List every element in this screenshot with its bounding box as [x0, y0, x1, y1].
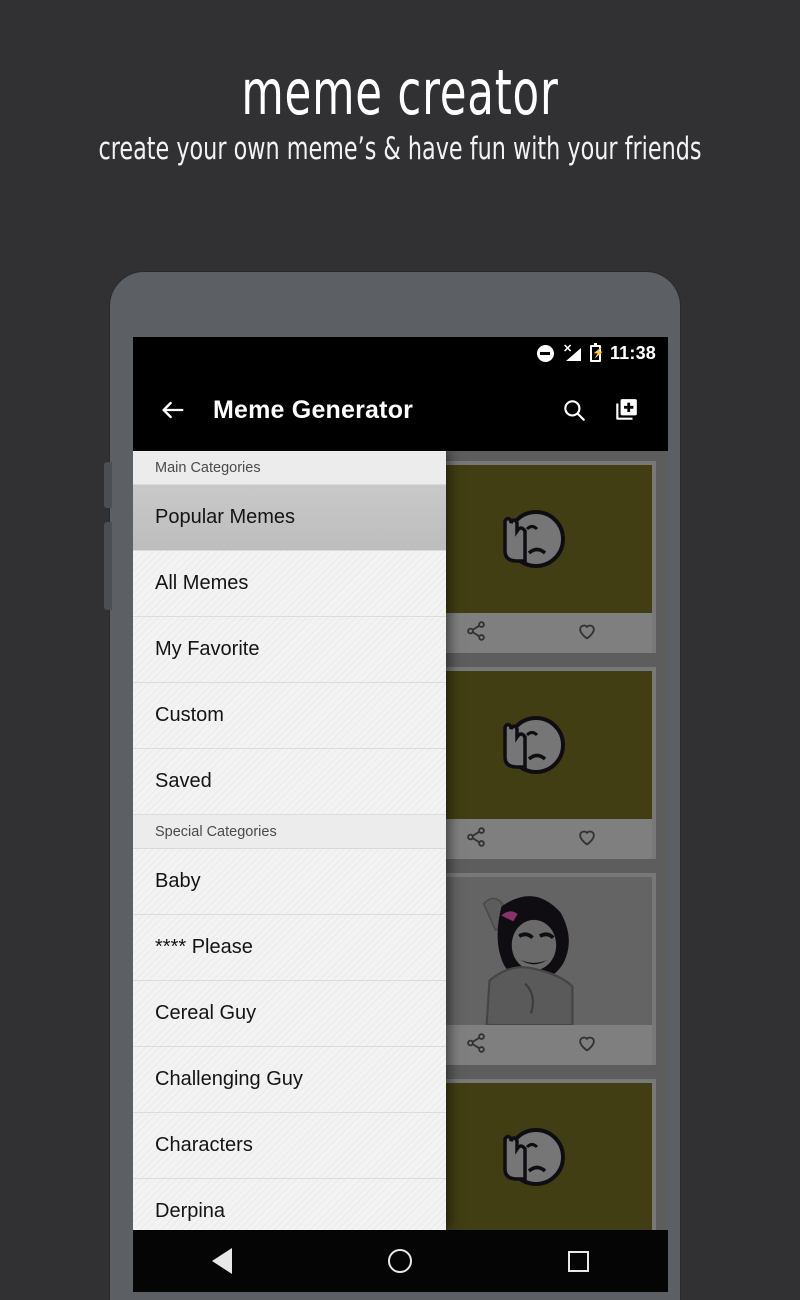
signal-off-icon: ✕	[563, 344, 581, 361]
back-arrow-icon[interactable]	[149, 386, 197, 434]
battery-charging-icon: ⚡	[589, 342, 604, 362]
android-nav-bar	[133, 1230, 668, 1292]
search-icon[interactable]	[548, 386, 600, 434]
drawer-list: Main Categories Popular Memes All Memes …	[133, 451, 446, 1230]
status-bar: ✕ ⚡ 11:38	[133, 337, 668, 369]
phone-screen: ✕ ⚡ 11:38 Meme Generator Main Categories…	[133, 337, 668, 1292]
phone-volume-button[interactable]	[104, 522, 112, 610]
sidebar-item-challenging-guy[interactable]: Challenging Guy	[133, 1047, 446, 1113]
library-add-icon[interactable]	[600, 386, 652, 434]
share-icon[interactable]	[465, 620, 487, 647]
sidebar-item-derpina[interactable]: Derpina	[133, 1179, 446, 1230]
heart-outline-icon[interactable]	[576, 826, 598, 853]
heart-outline-icon[interactable]	[576, 1032, 598, 1059]
meme-image	[410, 671, 652, 819]
app-bar: Meme Generator	[133, 369, 668, 451]
sidebar-item-label: Custom	[155, 704, 224, 726]
sidebar-item-label: All Memes	[155, 572, 249, 594]
share-icon[interactable]	[465, 1032, 487, 1059]
home-circle-icon[interactable]	[365, 1239, 435, 1283]
sidebar-item-custom[interactable]: Custom	[133, 683, 446, 749]
screenshot-root: meme creator create your own meme’s & ha…	[0, 0, 800, 1300]
sidebar-item-label: Popular Memes	[155, 506, 296, 528]
back-triangle-icon[interactable]	[187, 1239, 257, 1283]
phone-mockup: ✕ ⚡ 11:38 Meme Generator Main Categories…	[104, 272, 680, 1300]
meme-image	[410, 1083, 652, 1230]
sidebar-item-popular-memes[interactable]: Popular Memes	[133, 485, 446, 551]
meme-image	[410, 877, 652, 1025]
sidebar-item-label: Baby	[155, 870, 201, 892]
sidebar-item-label: **** Please	[155, 936, 253, 958]
sidebar-item-characters[interactable]: Characters	[133, 1113, 446, 1179]
drawer-section-header-main: Main Categories	[133, 451, 446, 485]
do-not-disturb-icon	[536, 344, 554, 362]
sidebar-item-label: Characters	[155, 1134, 253, 1156]
promo-header: meme creator create your own meme’s & ha…	[0, 60, 800, 167]
meme-card-actions	[410, 613, 652, 653]
page-title: Meme Generator	[213, 395, 414, 424]
sidebar-item-label: Saved	[155, 770, 212, 792]
heart-outline-icon[interactable]	[576, 620, 598, 647]
sidebar-item-saved[interactable]: Saved	[133, 749, 446, 815]
sidebar-item-label: Cereal Guy	[155, 1002, 257, 1024]
meme-card-actions	[410, 1025, 652, 1065]
sidebar-item-label: Derpina	[155, 1200, 226, 1222]
phone-power-button[interactable]	[104, 462, 112, 508]
sidebar-item-baby[interactable]: Baby	[133, 849, 446, 915]
meme-card-actions	[410, 819, 652, 859]
navigation-drawer[interactable]: Main Categories Popular Memes All Memes …	[133, 451, 446, 1230]
meme-image	[410, 465, 652, 613]
sidebar-item-label: Challenging Guy	[155, 1068, 303, 1090]
promo-subtitle: create your own meme’s & have fun with y…	[98, 131, 702, 168]
sidebar-item-cereal-guy[interactable]: Cereal Guy	[133, 981, 446, 1047]
status-bar-clock: 11:38	[609, 342, 656, 363]
sidebar-item-my-favorite[interactable]: My Favorite	[133, 617, 446, 683]
sidebar-item-all-memes[interactable]: All Memes	[133, 551, 446, 617]
promo-title: meme creator	[241, 56, 559, 129]
sidebar-item-please[interactable]: **** Please	[133, 915, 446, 981]
sidebar-item-label: My Favorite	[155, 638, 260, 660]
drawer-section-header-special: Special Categories	[133, 815, 446, 849]
recents-square-icon[interactable]	[544, 1239, 614, 1283]
share-icon[interactable]	[465, 826, 487, 853]
